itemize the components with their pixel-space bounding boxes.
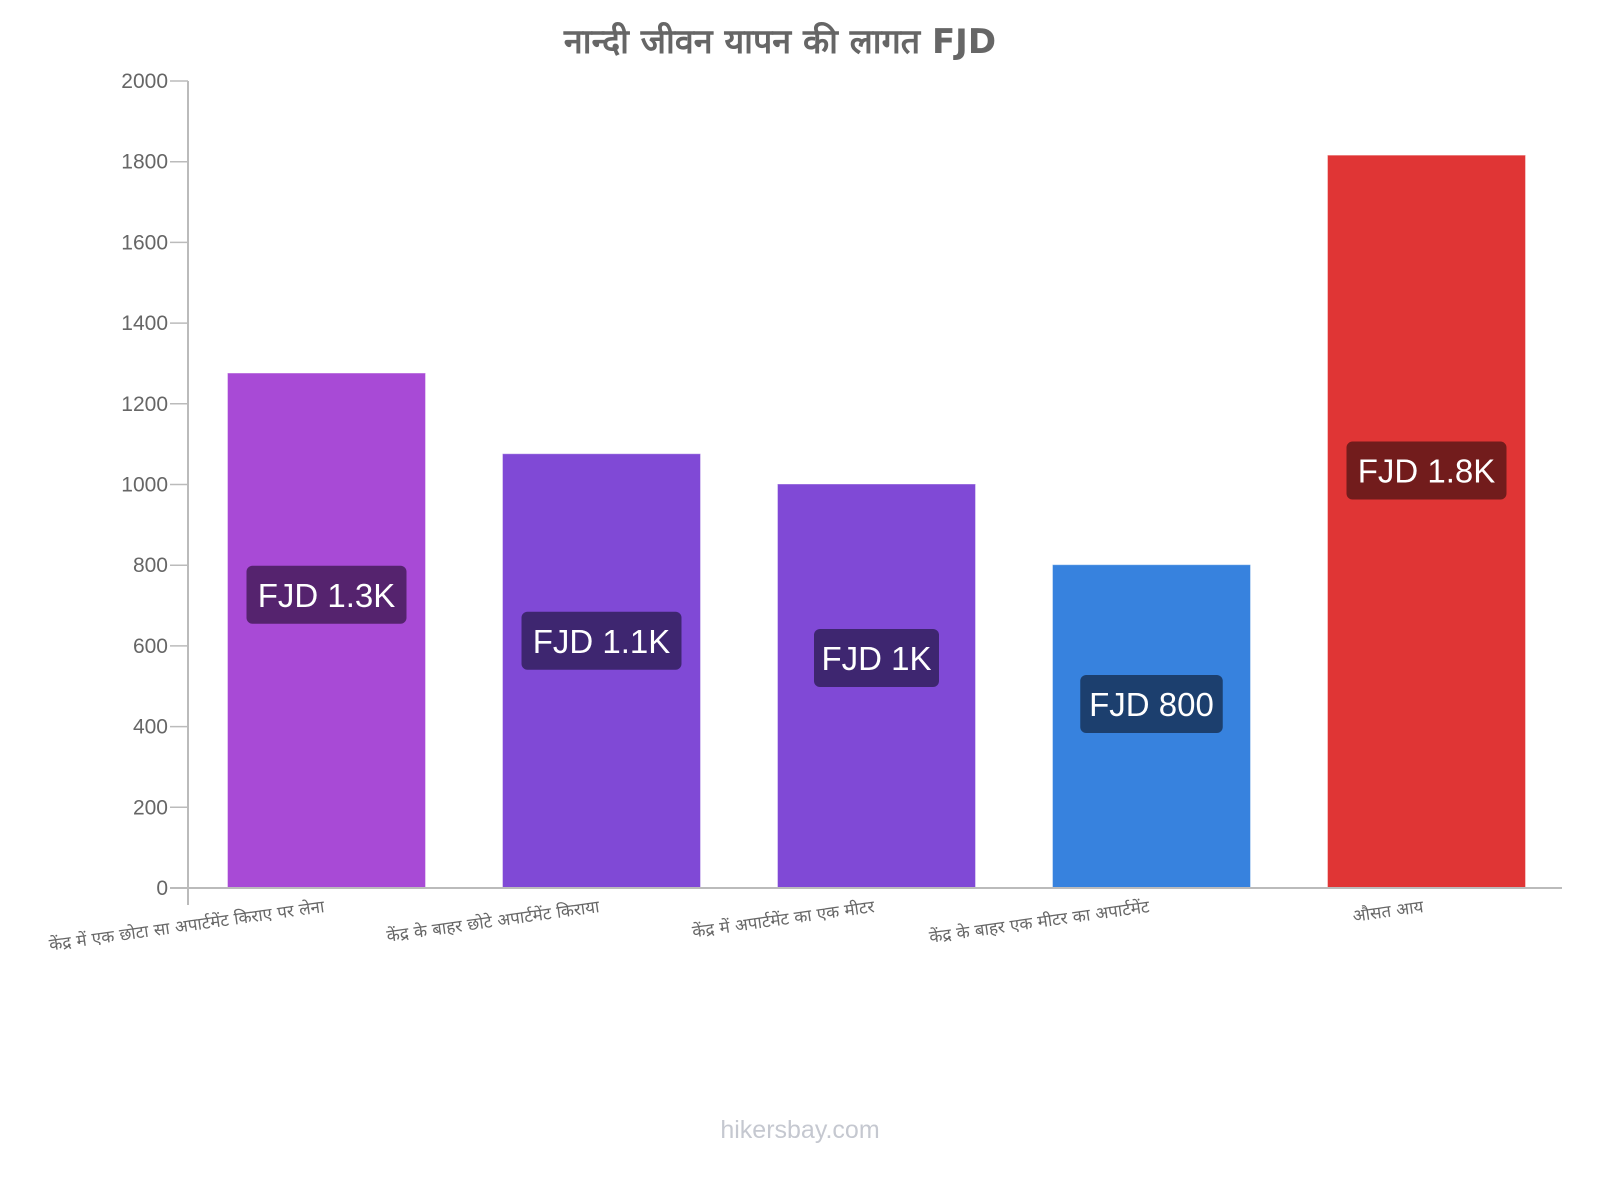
data-label: FJD 1K — [821, 640, 931, 677]
y-tick-label: 1400 — [121, 312, 168, 335]
x-tick-label: औसत आय — [1351, 896, 1426, 927]
y-axis: 0 200 400 600 800 1000 1200 1400 1600 1800 2000 — [121, 70, 188, 900]
bar[interactable] — [1327, 155, 1526, 889]
data-label: FJD 800 — [1089, 686, 1214, 723]
y-tick-label: 0 — [156, 877, 168, 900]
bar[interactable] — [502, 453, 701, 889]
bar-chart: नान्दी जीवन यापन की लागत FJD 0 200 400 600 8… — [48, 21, 1562, 956]
y-tick-label: 600 — [133, 635, 168, 658]
chart-title: नान्दी जीवन यापन की लागत FJD — [563, 21, 996, 62]
y-tick-label: 1000 — [121, 474, 168, 497]
x-axis-labels: केंद्र में एक छोटा सा अपार्टमेंट किराए प… — [48, 896, 1426, 956]
data-label: FJD 1.3K — [258, 577, 396, 614]
y-tick-label: 800 — [133, 554, 168, 577]
y-tick-label: 200 — [133, 796, 168, 819]
x-tick-label: केंद्र में अपार्टमेंट का एक मीटर — [691, 896, 877, 942]
y-tick-label: 1200 — [121, 393, 168, 416]
x-tick-label: केंद्र के बाहर छोटे अपार्टमेंट किराया — [385, 896, 601, 947]
data-label: FJD 1.1K — [533, 623, 671, 660]
x-tick-label: केंद्र में एक छोटा सा अपार्टमेंट किराए प… — [48, 896, 326, 956]
x-tick-label: केंद्र के बाहर एक मीटर का अपार्टमेंट — [928, 896, 1151, 948]
watermark: hikersbay.com — [720, 1116, 880, 1144]
bars: FJD 1.3K FJD 1.1K FJD 1K FJD 800 FJD 1.8K — [227, 155, 1526, 889]
y-tick-label: 1800 — [121, 151, 168, 174]
y-tick-label: 1600 — [121, 231, 168, 254]
y-tick-label: 2000 — [121, 70, 168, 93]
data-label: FJD 1.8K — [1358, 453, 1496, 490]
bar[interactable] — [227, 373, 426, 889]
y-tick-label: 400 — [133, 716, 168, 739]
